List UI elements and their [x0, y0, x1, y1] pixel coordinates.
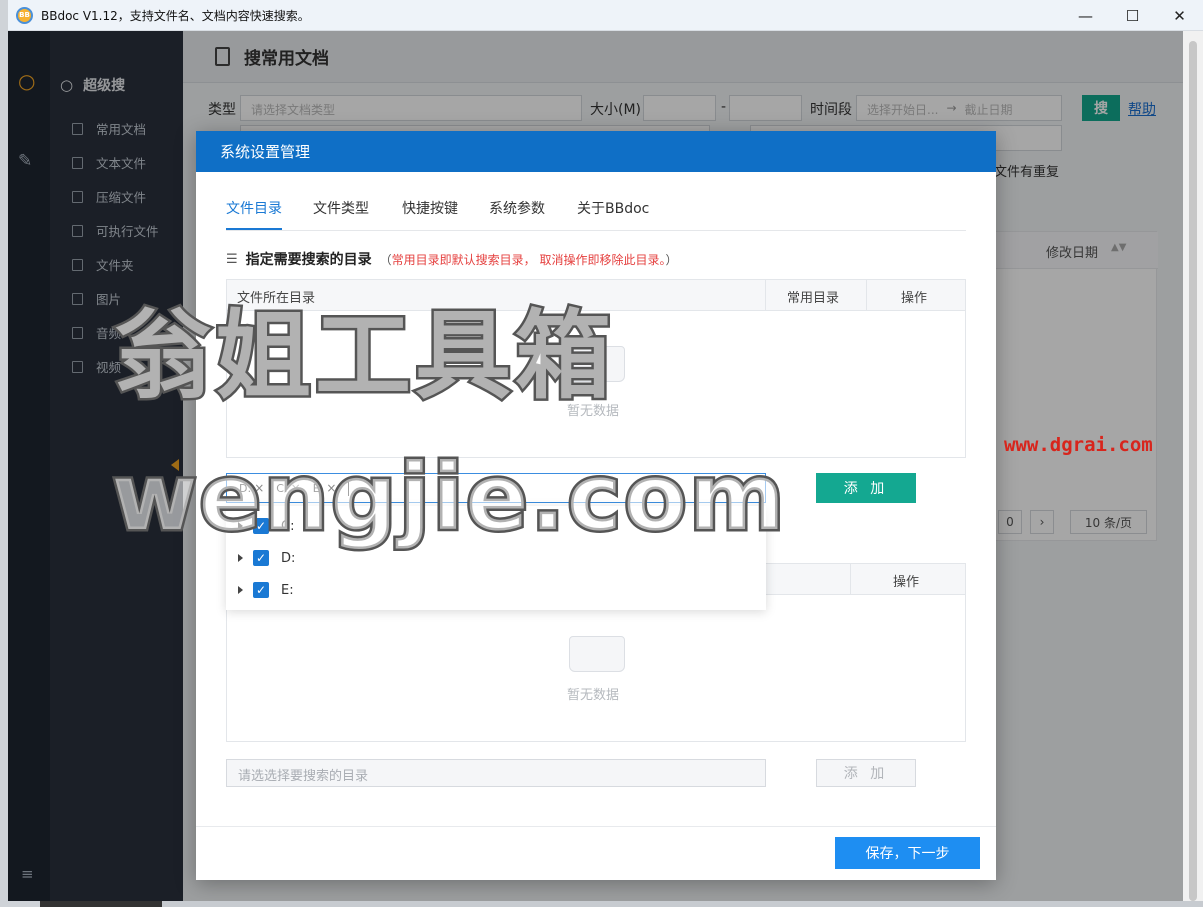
expand-arrow-icon[interactable]	[238, 586, 243, 594]
section-title-text: 指定需要搜索的目录	[245, 252, 372, 268]
hint-paren-close: ）	[665, 252, 678, 267]
modal-title: 系统设置管理	[196, 131, 996, 172]
checkbox-checked-icon[interactable]: ✓	[253, 550, 269, 566]
add-directory-button-disabled[interactable]: 添 加	[816, 759, 916, 787]
taskbar-strip	[40, 901, 1203, 907]
column-common: 常用目录	[787, 291, 840, 306]
minimize-button[interactable]: —	[1062, 0, 1109, 31]
tab-about[interactable]: 关于BBdoc	[577, 198, 649, 218]
dropdown-option-d[interactable]: ✓ D:	[238, 550, 295, 566]
modal-footer-divider	[196, 826, 996, 827]
checkbox-checked-icon[interactable]: ✓	[253, 582, 269, 598]
column-actions: 操作	[901, 291, 928, 306]
section-hint: （常用目录即默认搜索目录， 取消操作即移除此目录。）	[380, 251, 678, 268]
dropdown-option-e[interactable]: ✓ E:	[238, 582, 294, 598]
settings-tabs: 文件目录 文件类型 快捷按键 系统参数 关于BBdoc	[226, 187, 966, 231]
taskbar-dark-segment	[40, 901, 162, 907]
column-divider	[765, 280, 766, 311]
list-icon: ☰	[226, 251, 238, 267]
tab-file-directory[interactable]: 文件目录	[226, 198, 282, 218]
directory-select-input[interactable]: 请选选择要搜索的目录	[226, 759, 766, 787]
watermark-url: www.dgrai.com	[1004, 434, 1153, 456]
close-button[interactable]: ✕	[1156, 0, 1203, 31]
tab-system-params[interactable]: 系统参数	[489, 198, 545, 218]
window-titlebar: BB BBdoc V1.12，支持文件名、文档内容快速搜索。 — ☐ ✕	[8, 0, 1203, 31]
app-logo-icon: BB	[16, 6, 33, 24]
section-title: ☰ 指定需要搜索的目录 （常用目录即默认搜索目录， 取消操作即移除此目录。）	[226, 249, 678, 269]
column-actions-2: 操作	[893, 575, 920, 590]
hint-text: 常用目录即默认搜索目录， 取消操作即移除此目录。	[391, 252, 666, 267]
scrollbar-thumb[interactable]	[1189, 41, 1197, 901]
window-title: BBdoc V1.12，支持文件名、文档内容快速搜索。	[41, 8, 310, 23]
empty-text-2: 暂无数据	[567, 688, 620, 703]
empty-inbox-icon	[569, 636, 625, 672]
option-label: E:	[281, 582, 294, 598]
watermark-domain: wengjie.com	[110, 442, 788, 554]
option-label: D:	[281, 550, 296, 566]
tab-file-types[interactable]: 文件类型	[313, 198, 369, 218]
add-directory-button[interactable]: 添 加	[816, 473, 916, 503]
maximize-button[interactable]: ☐	[1109, 0, 1156, 31]
window-scrollbar[interactable]	[1183, 31, 1203, 901]
window-controls: — ☐ ✕	[1062, 0, 1203, 31]
expand-arrow-icon[interactable]	[238, 554, 243, 562]
save-next-button[interactable]: 保存，下一步	[835, 837, 980, 869]
watermark-chinese: 翁姐工具箱	[113, 298, 615, 415]
column-divider	[850, 564, 851, 595]
active-tab-indicator	[226, 228, 282, 230]
column-divider	[866, 280, 867, 311]
tab-shortcuts[interactable]: 快捷按键	[402, 198, 458, 218]
hint-paren-open: （	[379, 252, 392, 267]
